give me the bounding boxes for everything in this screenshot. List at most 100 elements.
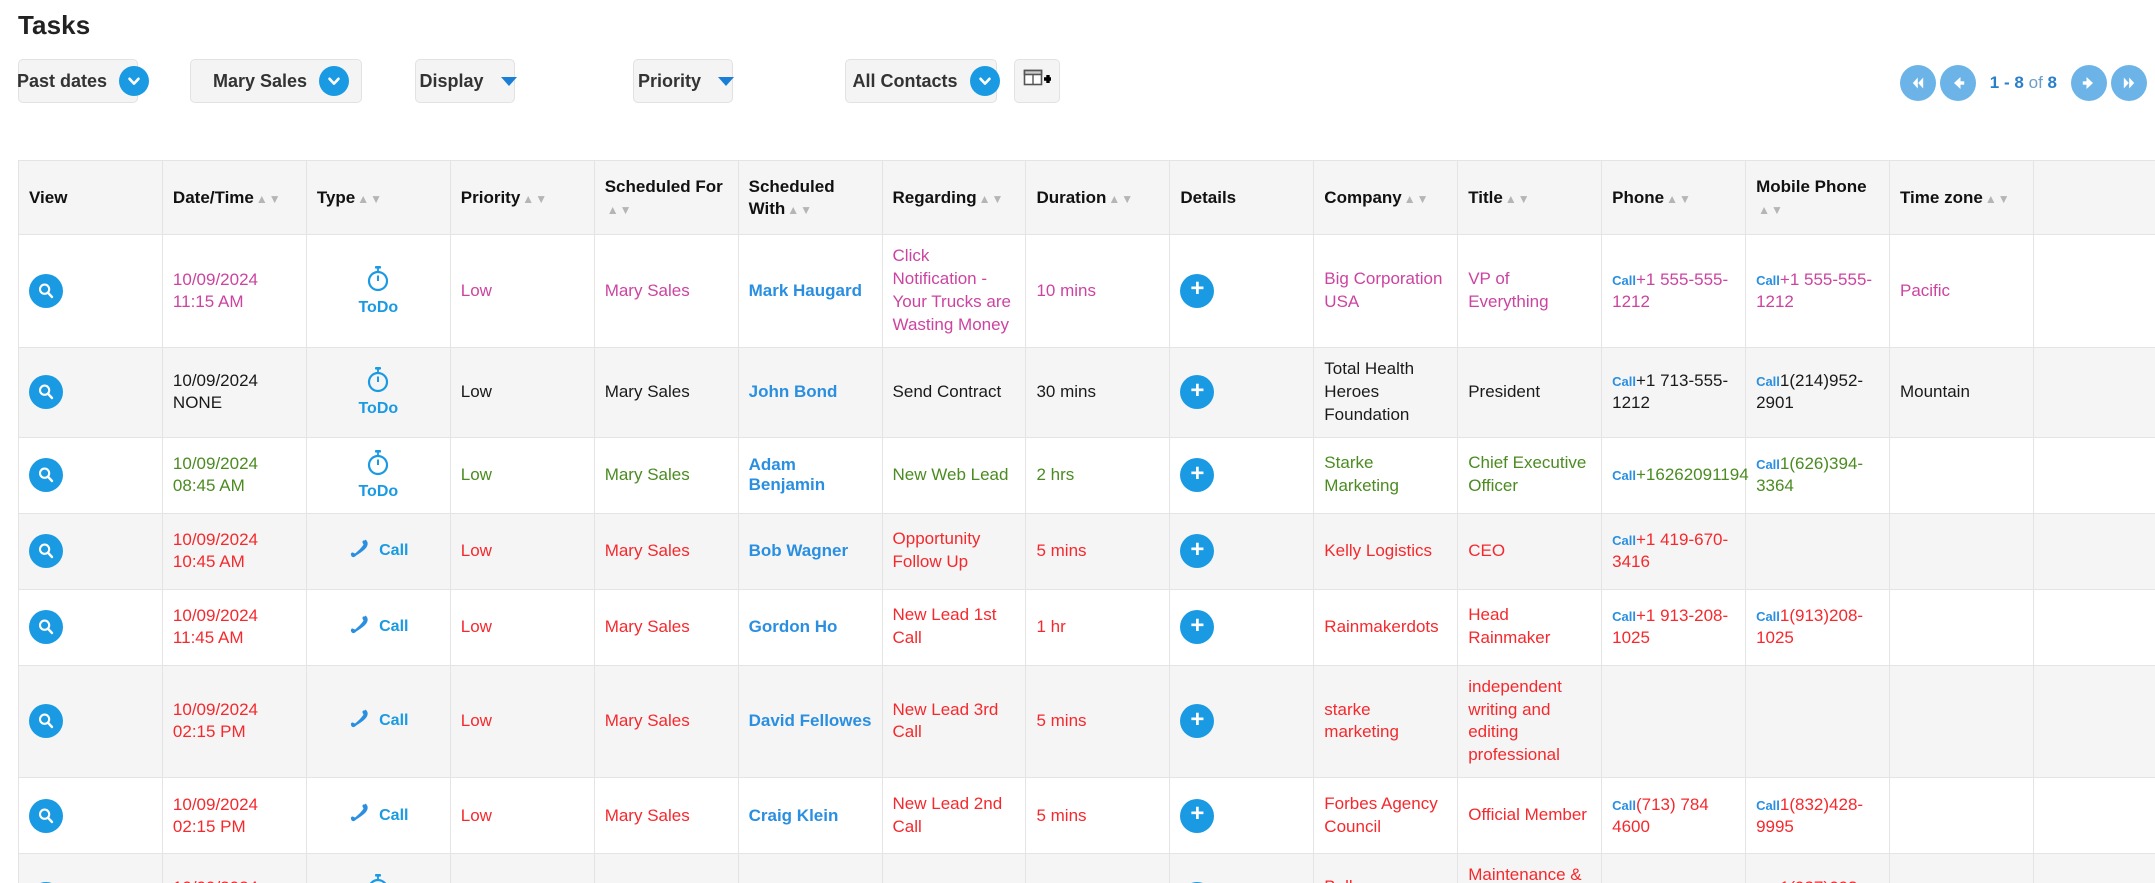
column-header-phone[interactable]: Phone ▲▼ xyxy=(1601,160,1747,235)
call-link[interactable]: Call xyxy=(1612,374,1636,389)
scheduled-with-cell[interactable]: Adam Benjamin xyxy=(737,436,883,514)
sort-arrows-icon[interactable]: ▲▼ xyxy=(607,198,633,219)
sort-desc-icon[interactable]: ▼ xyxy=(1121,192,1134,206)
table-row[interactable]: 10/09/2024 02:15 PM Call Low Mary Sales Crai… xyxy=(18,777,2155,855)
sort-asc-icon[interactable]: ▲ xyxy=(979,192,992,206)
expand-details-button[interactable]: + xyxy=(1180,375,1215,410)
expand-details-button[interactable]: + xyxy=(1180,273,1215,308)
column-header-duration[interactable]: Duration ▲▼ xyxy=(1025,160,1171,235)
scheduled-with-cell[interactable]: Mark Haugard xyxy=(737,234,883,348)
phone-cell[interactable]: Call(713) 784 4600 xyxy=(1601,777,1747,855)
contact-link[interactable]: John Bond xyxy=(749,382,838,401)
column-header-for[interactable]: Scheduled For▲▼ xyxy=(593,160,739,235)
expand-details-button[interactable]: + xyxy=(1180,798,1215,833)
sort-desc-icon[interactable]: ▼ xyxy=(1417,192,1430,206)
previous-page-button[interactable] xyxy=(1939,65,1976,101)
sort-asc-icon[interactable]: ▲ xyxy=(1666,192,1679,206)
sort-arrows-icon[interactable]: ▲▼ xyxy=(1758,198,1784,219)
column-header-datetime[interactable]: Date/Time ▲▼ xyxy=(161,160,307,235)
sort-asc-icon[interactable]: ▲ xyxy=(256,192,269,206)
sort-arrows-icon[interactable]: ▲▼ xyxy=(1108,187,1134,208)
mobile-phone-cell[interactable]: Call1(832)428-9995 xyxy=(1745,777,1890,855)
view-record-button[interactable] xyxy=(29,610,63,645)
sort-asc-icon[interactable]: ▲ xyxy=(357,192,370,206)
call-link[interactable]: Call xyxy=(1756,273,1780,288)
sort-arrows-icon[interactable]: ▲▼ xyxy=(1505,187,1531,208)
sort-arrows-icon[interactable]: ▲▼ xyxy=(357,187,383,208)
mobile-phone-cell[interactable]: Call1(937)603-7716 xyxy=(1745,853,1890,883)
table-row[interactable]: 10/09/2024 NONE ToDo Low Mary Sales John Bon… xyxy=(18,346,2155,438)
table-row[interactable]: 10/09/2024 11:15 AM ToDo Low Mary Sales Mark… xyxy=(18,234,2155,348)
column-header-type[interactable]: Type ▲▼ xyxy=(305,160,451,235)
contacts-filter-button[interactable]: All Contacts xyxy=(845,59,1000,103)
view-record-button[interactable] xyxy=(29,534,63,569)
column-header-company[interactable]: Company ▲▼ xyxy=(1313,160,1459,235)
last-page-button[interactable] xyxy=(2111,65,2147,101)
call-link[interactable]: Call xyxy=(1612,273,1636,288)
call-link[interactable]: Call xyxy=(1612,609,1636,624)
view-record-button[interactable] xyxy=(29,798,63,833)
call-link[interactable]: Call xyxy=(1612,533,1636,548)
column-header-priority[interactable]: Priority ▲▼ xyxy=(449,160,595,235)
sort-arrows-icon[interactable]: ▲▼ xyxy=(1985,187,2011,208)
scheduled-with-cell[interactable]: John Bond xyxy=(737,346,883,438)
column-header-with[interactable]: Scheduled With ▲▼ xyxy=(737,160,883,235)
contact-link[interactable]: David Fellowes xyxy=(749,711,872,730)
sort-desc-icon[interactable]: ▼ xyxy=(1518,192,1531,206)
mobile-phone-cell[interactable]: Call1(626)394-3364 xyxy=(1745,436,1890,514)
call-link[interactable]: Call xyxy=(1612,798,1636,813)
contact-link[interactable]: Gordon Ho xyxy=(749,617,838,636)
phone-cell[interactable]: Call+1 555-555-1212 xyxy=(1601,234,1747,348)
expand-details-button[interactable]: + xyxy=(1180,610,1215,645)
mobile-phone-cell[interactable]: Call1(214)952-2901 xyxy=(1745,346,1890,438)
sort-desc-icon[interactable]: ▼ xyxy=(991,192,1004,206)
past-dates-filter-button[interactable]: Past dates xyxy=(17,59,150,103)
table-row[interactable]: 10/09/2024 02:15 PM ToDo LowMary SalesLuke… xyxy=(18,853,2155,883)
column-header-regarding[interactable]: Regarding ▲▼ xyxy=(881,160,1027,235)
view-record-button[interactable] xyxy=(29,458,63,493)
phone-cell[interactable]: Call+16262091194 xyxy=(1601,436,1749,514)
table-row[interactable]: 10/09/2024 08:45 AM ToDo Low Mary Sales Adam… xyxy=(18,436,2155,514)
expand-details-button[interactable]: + xyxy=(1180,704,1215,739)
view-record-button[interactable] xyxy=(29,273,63,308)
scheduled-with-cell[interactable]: David Fellowes xyxy=(737,664,883,779)
scheduled-with-cell[interactable]: Bob Wagner xyxy=(737,512,883,590)
add-column-button[interactable] xyxy=(1014,59,1060,103)
sort-desc-icon[interactable]: ▼ xyxy=(620,203,633,217)
sort-arrows-icon[interactable]: ▲▼ xyxy=(522,187,548,208)
scheduled-with-cell[interactable]: Gordon Ho xyxy=(737,588,883,666)
phone-cell[interactable]: Call+1 713-555-1212 xyxy=(1601,346,1747,438)
sort-asc-icon[interactable]: ▲ xyxy=(1505,192,1518,206)
sort-arrows-icon[interactable]: ▲▼ xyxy=(256,187,282,208)
sort-arrows-icon[interactable]: ▲▼ xyxy=(787,198,813,219)
contact-link[interactable]: Craig Klein xyxy=(749,806,839,825)
mobile-phone-cell[interactable]: Call+1 555-555-1212 xyxy=(1745,234,1890,348)
sort-arrows-icon[interactable]: ▲▼ xyxy=(979,187,1005,208)
call-link[interactable]: Call xyxy=(1756,609,1780,624)
sort-asc-icon[interactable]: ▲ xyxy=(1985,192,1998,206)
view-record-button[interactable] xyxy=(29,375,63,410)
sort-desc-icon[interactable]: ▼ xyxy=(800,203,813,217)
phone-cell[interactable]: Call+1 419-670-3416 xyxy=(1601,512,1747,590)
contact-link[interactable]: Adam Benjamin xyxy=(749,455,826,494)
owner-filter-button[interactable]: Mary Sales xyxy=(190,59,362,103)
view-record-button[interactable] xyxy=(29,704,63,739)
call-link[interactable]: Call xyxy=(1756,374,1780,389)
table-row[interactable]: 10/09/2024 02:15 PM Call Low Mary Sales Davi… xyxy=(18,664,2155,779)
table-row[interactable]: 10/09/2024 10:45 AM Call Low Mary Sales Bob … xyxy=(18,512,2155,590)
column-header-mobile[interactable]: Mobile Phone▲▼ xyxy=(1745,160,1890,235)
next-page-button[interactable] xyxy=(2071,65,2107,101)
expand-details-button[interactable]: + xyxy=(1180,534,1215,569)
scheduled-with-cell[interactable]: Craig Klein xyxy=(737,777,883,855)
phone-cell[interactable]: Call+1 913-208-1025 xyxy=(1601,588,1747,666)
display-menu-button[interactable]: Display xyxy=(415,59,517,103)
sort-desc-icon[interactable]: ▼ xyxy=(1679,192,1692,206)
phone-cell[interactable]: Call+19374567133 xyxy=(1601,853,1747,883)
column-header-title[interactable]: Title ▲▼ xyxy=(1457,160,1603,235)
priority-menu-button[interactable]: Priority xyxy=(633,59,735,103)
table-row[interactable]: 10/09/2024 11:45 AM Call Low Mary Sales Gord… xyxy=(18,588,2155,666)
call-link[interactable]: Call xyxy=(1612,468,1636,483)
sort-desc-icon[interactable]: ▼ xyxy=(535,192,548,206)
sort-arrows-icon[interactable]: ▲▼ xyxy=(1666,187,1692,208)
contact-link[interactable]: Mark Haugard xyxy=(749,281,862,300)
